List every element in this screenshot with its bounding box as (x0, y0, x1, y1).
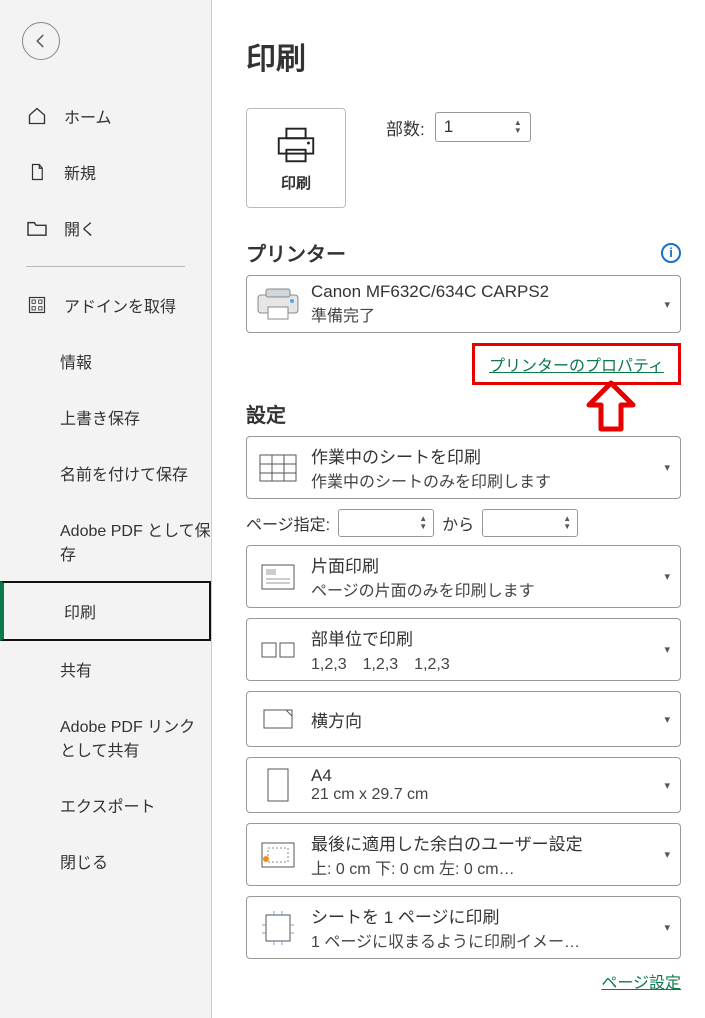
printer-status: 準備完了 (311, 302, 658, 326)
fit-page-icon (255, 907, 301, 949)
dropdown-line2: 上: 0 cm 下: 0 cm 左: 0 cm… (311, 855, 658, 879)
nav-label: 情報 (60, 349, 92, 373)
spinner-arrows-icon[interactable]: ▲▼ (514, 119, 522, 135)
page-range-sep: から (442, 511, 474, 535)
file-icon (26, 162, 48, 182)
nav-share[interactable]: 共有 (0, 641, 211, 697)
dropdown-line1: シートを 1 ページに印刷 (311, 903, 658, 928)
chevron-down-icon: ▾ (664, 570, 670, 583)
nav-label: 新規 (64, 160, 96, 184)
folder-open-icon (26, 219, 48, 237)
printer-icon (273, 124, 319, 164)
copies-value: 1 (444, 117, 453, 137)
nav-info[interactable]: 情報 (0, 333, 211, 389)
nav-label: 開く (64, 216, 96, 240)
printer-name: Canon MF632C/634C CARPS2 (311, 282, 658, 302)
nav-label: Adobe PDF リンクとして共有 (60, 713, 211, 761)
orientation-dropdown[interactable]: 横方向 ▾ (246, 691, 681, 747)
arrow-left-icon (32, 32, 50, 50)
printer-properties-link[interactable]: プリンターのプロパティ (489, 358, 664, 375)
backstage-sidebar: ホーム 新規 開く アドインを取得 情報 上書き保存 名前を付けて保存 Adob… (0, 0, 212, 1018)
collate-icon (255, 629, 301, 671)
sides-dropdown[interactable]: 片面印刷 ページの片面のみを印刷します ▾ (246, 545, 681, 608)
printer-dropdown[interactable]: Canon MF632C/634C CARPS2 準備完了 ▾ (246, 275, 681, 333)
dropdown-line2: 作業中のシートのみを印刷します (311, 468, 658, 492)
dropdown-line2: 1,2,3 1,2,3 1,2,3 (311, 650, 658, 674)
dropdown-line1: 最後に適用した余白のユーザー設定 (311, 830, 658, 855)
dropdown-line1: 部単位で印刷 (311, 625, 658, 650)
margins-dropdown[interactable]: 最後に適用した余白のユーザー設定 上: 0 cm 下: 0 cm 左: 0 cm… (246, 823, 681, 886)
collate-dropdown[interactable]: 部単位で印刷 1,2,3 1,2,3 1,2,3 ▾ (246, 618, 681, 681)
sheet-grid-icon (255, 447, 301, 489)
nav-new[interactable]: 新規 (0, 144, 211, 200)
landscape-icon (255, 698, 301, 740)
chevron-down-icon: ▾ (664, 461, 670, 474)
copies-label: 部数: (386, 115, 425, 140)
nav-label: 印刷 (64, 599, 96, 623)
chevron-down-icon: ▾ (664, 779, 670, 792)
nav-open[interactable]: 開く (0, 200, 211, 256)
printer-device-icon (255, 283, 301, 325)
highlight-box: プリンターのプロパティ (472, 343, 681, 385)
page-range-label: ページ指定: (246, 511, 330, 535)
page-to-input[interactable]: ▲▼ (482, 509, 578, 537)
nav-get-addin[interactable]: アドインを取得 (0, 277, 211, 333)
margins-icon (255, 834, 301, 876)
printer-props-row: プリンターのプロパティ (246, 343, 681, 385)
back-button[interactable] (22, 22, 60, 60)
nav-label: Adobe PDF として保存 (60, 517, 211, 565)
info-icon[interactable]: i (661, 243, 681, 263)
chevron-down-icon: ▾ (664, 298, 670, 311)
chevron-down-icon: ▾ (664, 921, 670, 934)
print-panel: 印刷 印刷 部数: 1 ▲▼ プリンター i Canon MF632 (212, 0, 705, 1018)
nav-label: ホーム (64, 104, 112, 128)
nav-label: 名前を付けて保存 (60, 461, 188, 485)
nav-export[interactable]: エクスポート (0, 777, 211, 833)
nav-divider (26, 266, 185, 267)
print-scope-dropdown[interactable]: 作業中のシートを印刷 作業中のシートのみを印刷します ▾ (246, 436, 681, 499)
paper-size-dropdown[interactable]: A4 21 cm x 29.7 cm ▾ (246, 757, 681, 813)
dropdown-line1: 作業中のシートを印刷 (311, 443, 658, 468)
page-range-row: ページ指定: ▲▼ から ▲▼ (246, 509, 681, 537)
dropdown-line1: 横方向 (311, 707, 658, 732)
chevron-down-icon: ▾ (664, 643, 670, 656)
dropdown-line2: 21 cm x 29.7 cm (311, 786, 658, 804)
dropdown-line1: 片面印刷 (311, 552, 658, 577)
scaling-dropdown[interactable]: シートを 1 ページに印刷 1 ページに収まるように印刷イメー… ▾ (246, 896, 681, 959)
addins-grid-icon (26, 295, 48, 315)
nav-label: アドインを取得 (64, 293, 176, 317)
nav-save-as[interactable]: 名前を付けて保存 (0, 445, 211, 501)
page-setup-link[interactable]: ページ設定 (601, 975, 681, 992)
spinner-arrows-icon[interactable]: ▲▼ (419, 515, 427, 531)
dropdown-line2: 1 ページに収まるように印刷イメー… (311, 928, 658, 952)
nav-label: 共有 (60, 657, 92, 681)
print-button-label: 印刷 (281, 172, 311, 193)
page-title: 印刷 (246, 34, 681, 78)
single-side-icon (255, 556, 301, 598)
nav-label: エクスポート (60, 793, 156, 817)
nav-adobe-share[interactable]: Adobe PDF リンクとして共有 (0, 697, 211, 777)
copies-row: 部数: 1 ▲▼ (386, 112, 531, 142)
copies-input[interactable]: 1 ▲▼ (435, 112, 531, 142)
print-button[interactable]: 印刷 (246, 108, 346, 208)
home-icon (26, 106, 48, 126)
paper-icon (255, 764, 301, 806)
dropdown-line1: A4 (311, 766, 658, 786)
page-from-input[interactable]: ▲▼ (338, 509, 434, 537)
chevron-down-icon: ▾ (664, 848, 670, 861)
chevron-down-icon: ▾ (664, 713, 670, 726)
nav-adobe-save[interactable]: Adobe PDF として保存 (0, 501, 211, 581)
nav-home[interactable]: ホーム (0, 88, 211, 144)
printer-section-title: プリンター (246, 238, 346, 267)
nav-close[interactable]: 閉じる (0, 833, 211, 889)
red-arrow-annotation (581, 379, 641, 435)
dropdown-line2: ページの片面のみを印刷します (311, 577, 658, 601)
spinner-arrows-icon[interactable]: ▲▼ (563, 515, 571, 531)
nav-label: 閉じる (60, 849, 108, 873)
nav-save[interactable]: 上書き保存 (0, 389, 211, 445)
nav-print[interactable]: 印刷 (0, 581, 211, 641)
nav-label: 上書き保存 (60, 405, 140, 429)
